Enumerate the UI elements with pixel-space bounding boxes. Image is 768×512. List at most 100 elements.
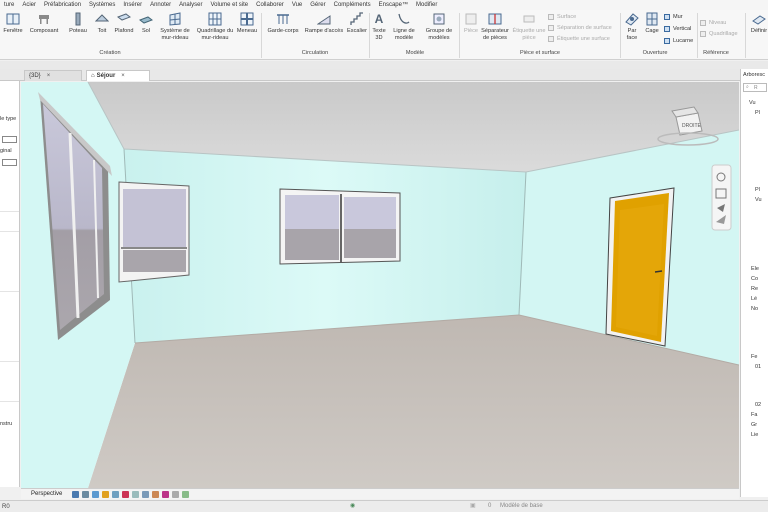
tab-3d[interactable]: {3D} ×	[24, 70, 82, 81]
browser-item[interactable]: 01	[755, 364, 761, 370]
tool-toit[interactable]: Toit	[93, 12, 111, 35]
tool-etiquette-surface[interactable]: Étiquette une surface	[548, 36, 610, 42]
navigation-bar[interactable]	[711, 164, 732, 231]
tool-definir[interactable]: Définir	[748, 12, 768, 35]
tool-garde-corps[interactable]: Garde-corps	[264, 12, 302, 35]
door[interactable]	[605, 187, 675, 347]
browser-item[interactable]: Pl	[755, 187, 760, 193]
tool-cage[interactable]: Cage	[643, 12, 661, 35]
tool-poteau[interactable]: Poteau	[66, 12, 90, 35]
tool-fenetre[interactable]: Fenêtre	[2, 12, 24, 35]
tool-etiquette-piece[interactable]: Étiquette une pièce	[512, 12, 546, 41]
menu-item-gerer[interactable]: Gérer	[306, 0, 329, 10]
reveal-hidden-icon[interactable]	[171, 490, 179, 498]
tool-groupe-modeles[interactable]: Groupe de modèles	[422, 12, 456, 41]
close-icon[interactable]: ×	[47, 73, 51, 79]
area-boundary-icon	[548, 25, 554, 31]
menu-item-analyser[interactable]: Analyser	[175, 0, 206, 10]
3d-viewport[interactable]: DROITE	[21, 82, 739, 488]
tool-quadrillage-mur-rideau[interactable]: Quadrillage du mur-rideau	[196, 12, 234, 41]
menu-item-inserer[interactable]: Insérer	[119, 0, 146, 10]
tool-niveau[interactable]: Niveau	[700, 20, 726, 26]
window-icon	[6, 12, 20, 26]
browser-item[interactable]: Pl	[755, 110, 760, 116]
scale-icon[interactable]	[71, 490, 79, 498]
sync-icon[interactable]: ◉	[350, 502, 355, 509]
browser-item[interactable]: Fa	[751, 412, 757, 418]
render-icon[interactable]	[121, 490, 129, 498]
menu-item-prefabrication[interactable]: Préfabrication	[40, 0, 85, 10]
tool-vertical[interactable]: Vertical	[664, 26, 691, 32]
divider	[0, 361, 19, 362]
menu-item-enscape[interactable]: Enscape™	[375, 0, 412, 10]
show-crop-icon[interactable]	[141, 490, 149, 498]
menu-item-annoter[interactable]: Annoter	[146, 0, 175, 10]
wall-opening-icon	[664, 14, 670, 20]
tool-plafond[interactable]: Plafond	[111, 12, 137, 35]
menu-item-complements[interactable]: Compléments	[330, 0, 375, 10]
tool-separateur-pieces[interactable]: Séparateur de pièces	[480, 12, 510, 41]
workset-icon[interactable]: ▣	[470, 502, 476, 509]
browser-item[interactable]: Vu	[755, 197, 762, 203]
sun-path-icon[interactable]	[101, 490, 109, 498]
browser-item[interactable]: Fe	[751, 354, 757, 360]
browser-item[interactable]: Re	[751, 286, 758, 292]
tool-separation-surface[interactable]: Séparation de surface	[548, 25, 612, 31]
panel-divider	[459, 13, 460, 58]
back-window-left[interactable]	[118, 181, 190, 283]
grid-icon	[700, 31, 706, 37]
type-selector[interactable]	[2, 136, 17, 143]
divider	[0, 231, 19, 232]
shaft-icon	[645, 12, 659, 26]
tool-quadrillage[interactable]: Quadrillage	[700, 31, 738, 37]
browser-item[interactable]: Co	[751, 276, 758, 282]
tool-meneau[interactable]: Meneau	[236, 12, 258, 35]
room-icon	[464, 12, 478, 26]
tool-rampe[interactable]: Rampe d'accès	[302, 12, 346, 35]
hide-isolate-icon[interactable]	[161, 490, 169, 498]
revit-window: ture Acier Préfabrication Systèmes Insér…	[0, 0, 768, 512]
menu-item-architecture[interactable]: ture	[0, 0, 18, 10]
menu-item-collaborer[interactable]: Collaborer	[252, 0, 288, 10]
tool-piece[interactable]: Pièce	[461, 12, 481, 35]
shadows-icon[interactable]	[111, 490, 119, 498]
tab-sejour[interactable]: ⌂ Séjour ×	[86, 70, 150, 81]
detail-level-icon[interactable]	[81, 490, 89, 498]
menu-item-systemes[interactable]: Systèmes	[85, 0, 119, 10]
tool-sol[interactable]: Sol	[137, 12, 155, 35]
menu-item-modifier[interactable]: Modifier	[412, 0, 441, 10]
design-option-select[interactable]: Modèle de base	[500, 503, 543, 509]
original-label: ginal	[0, 148, 12, 154]
browser-item[interactable]: Lie	[751, 432, 758, 438]
component-icon	[37, 12, 51, 26]
text3d-icon: A	[374, 11, 384, 26]
browser-item[interactable]: Lé	[751, 296, 757, 302]
browser-item[interactable]: Gr	[751, 422, 757, 428]
menu-item-volume[interactable]: Volume et site	[206, 0, 252, 10]
property-field[interactable]	[2, 159, 17, 166]
lock-icon[interactable]	[151, 490, 159, 498]
browser-item[interactable]: Vu	[749, 100, 756, 106]
tool-lucarne[interactable]: Lucarne	[664, 38, 693, 44]
tool-systeme-mur-rideau[interactable]: Système de mur-rideau	[158, 12, 192, 41]
model-line-icon	[397, 12, 411, 26]
menu-item-acier[interactable]: Acier	[18, 0, 40, 10]
worksharing-icon[interactable]	[181, 490, 189, 498]
visual-style-icon[interactable]	[91, 490, 99, 498]
close-icon[interactable]: ×	[121, 73, 125, 79]
tool-ligne-modele[interactable]: Ligne de modèle	[388, 12, 420, 41]
tool-texte-3d[interactable]: A Texte 3D	[370, 12, 388, 41]
crop-icon[interactable]	[131, 490, 139, 498]
tool-par-face[interactable]: Par face	[622, 12, 642, 41]
tool-mur[interactable]: Mur	[664, 14, 683, 20]
browser-item[interactable]: No	[751, 306, 758, 312]
tool-escalier[interactable]: Escalier	[346, 12, 368, 35]
tool-surface[interactable]: Surface	[548, 14, 576, 20]
browser-search-input[interactable]: ⌕ R	[743, 83, 767, 92]
browser-item[interactable]: Ele	[751, 266, 759, 272]
back-window-right[interactable]	[279, 188, 401, 265]
menu-item-vue[interactable]: Vue	[288, 0, 306, 10]
tool-composant[interactable]: Composant	[28, 12, 60, 35]
room-scene: DROITE	[21, 82, 739, 488]
browser-item[interactable]: 02	[755, 402, 761, 408]
